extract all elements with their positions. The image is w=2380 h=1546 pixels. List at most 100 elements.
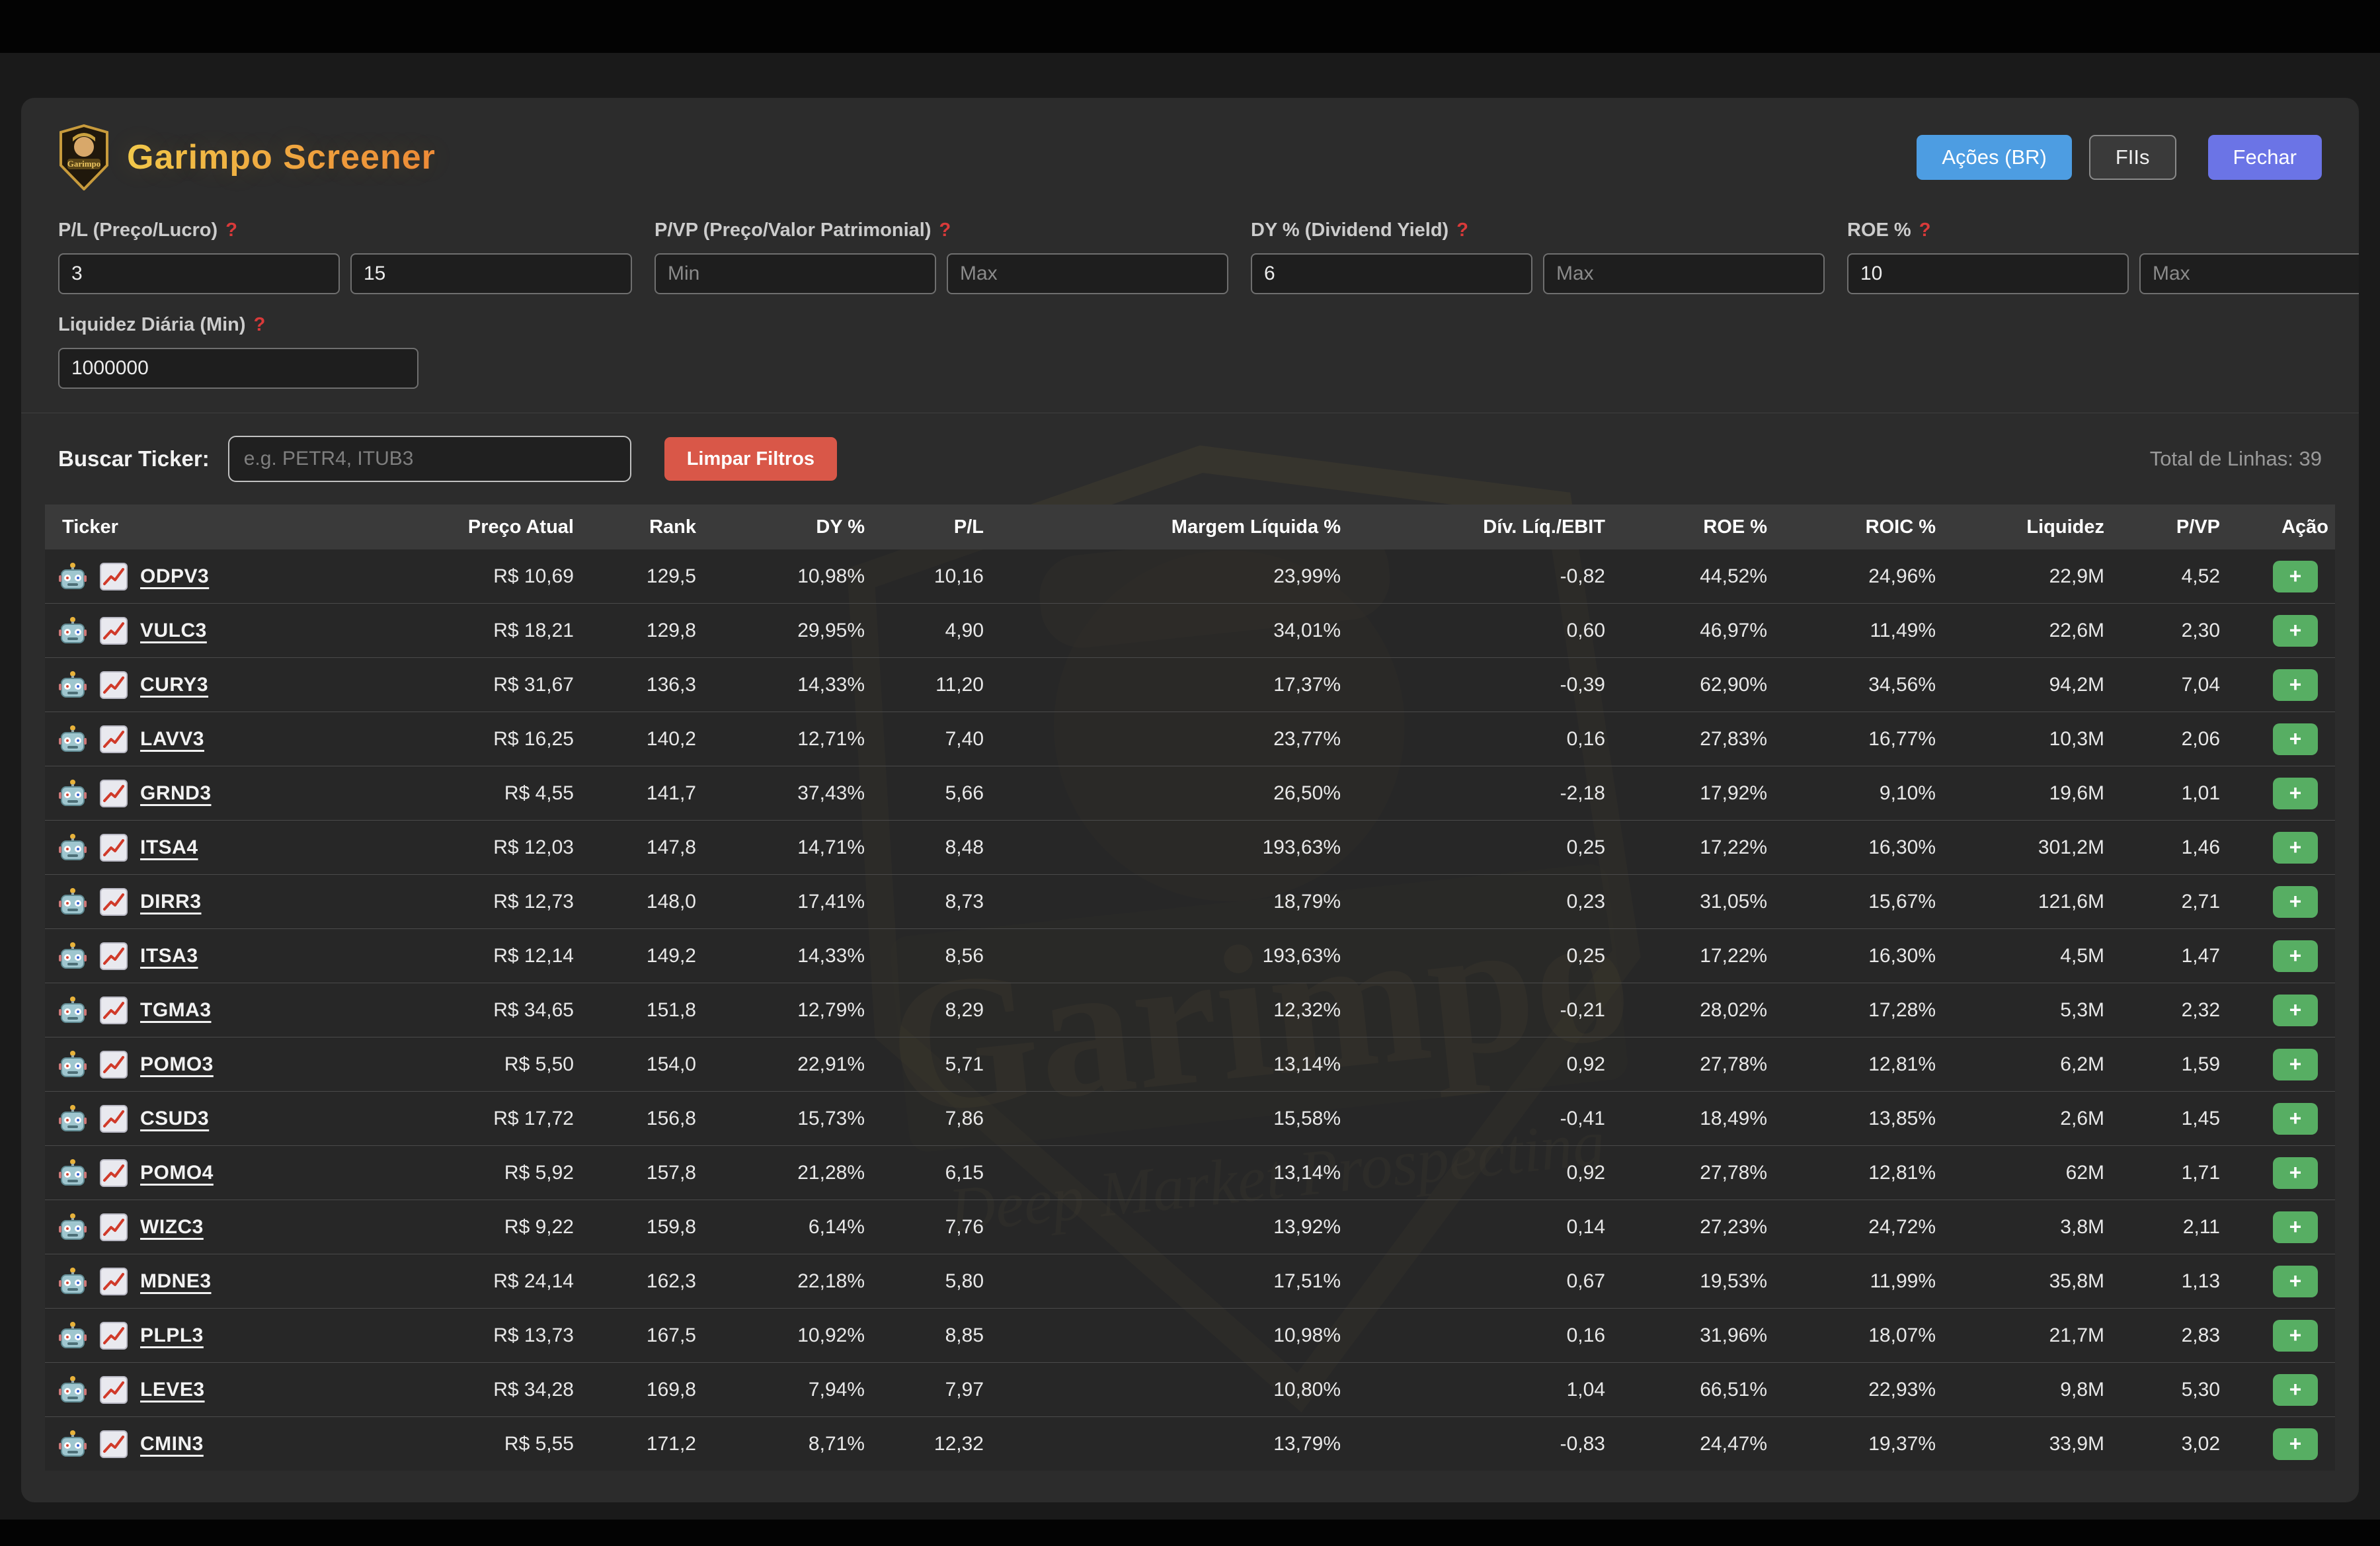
roe-min-input[interactable] <box>1847 253 2129 294</box>
pl-cell: 7,76 <box>871 1200 990 1254</box>
margem-cell: 10,80% <box>990 1363 1347 1417</box>
ticker-link[interactable]: CURY3 <box>140 674 208 696</box>
price-cell: R$ 17,72 <box>415 1092 580 1146</box>
add-to-portfolio-button[interactable]: + <box>2273 1266 2318 1297</box>
pvp-min-input[interactable] <box>654 253 936 294</box>
div-ebit-cell: 0,14 <box>1347 1200 1612 1254</box>
add-to-portfolio-button[interactable]: + <box>2273 1211 2318 1243</box>
fiis-button[interactable]: FIIs <box>2089 135 2176 180</box>
div-ebit-cell: 0,67 <box>1347 1254 1612 1309</box>
liquidez-help-icon[interactable]: ? <box>254 314 266 335</box>
add-to-portfolio-button[interactable]: + <box>2273 1320 2318 1352</box>
ticker-link[interactable]: CSUD3 <box>140 1108 209 1130</box>
roic-cell: 24,72% <box>1774 1200 1942 1254</box>
add-to-portfolio-button[interactable]: + <box>2273 1049 2318 1080</box>
chart-up-icon <box>99 996 128 1025</box>
div-ebit-cell: 0,25 <box>1347 929 1612 983</box>
pl-cell: 5,66 <box>871 766 990 821</box>
roic-cell: 16,30% <box>1774 821 1942 875</box>
add-to-portfolio-button[interactable]: + <box>2273 669 2318 701</box>
div-ebit-cell: -0,39 <box>1347 658 1612 712</box>
add-to-portfolio-button[interactable]: + <box>2273 615 2318 647</box>
ticker-link[interactable]: POMO4 <box>140 1162 214 1184</box>
ticker-link[interactable]: VULC3 <box>140 620 207 642</box>
ticker-link[interactable]: ITSA4 <box>140 836 198 859</box>
column-header-roic-: ROIC % <box>1774 505 1942 549</box>
add-to-portfolio-button[interactable]: + <box>2273 1374 2318 1406</box>
roe-max-input[interactable] <box>2139 253 2359 294</box>
pl-min-input[interactable] <box>58 253 340 294</box>
dy-help-icon[interactable]: ? <box>1456 220 1468 241</box>
dy-cell: 22,18% <box>703 1254 871 1309</box>
pl-cell: 4,90 <box>871 604 990 658</box>
search-row: Buscar Ticker: Limpar Filtros Total de L… <box>21 413 2359 505</box>
filter-liquidez: Liquidez Diária (Min)? <box>58 314 418 389</box>
liquidez-cell: 22,6M <box>1942 604 2111 658</box>
rank-cell: 148,0 <box>580 875 703 929</box>
roic-cell: 19,37% <box>1774 1417 1942 1471</box>
table-row: PLPL3 R$ 13,73 167,5 10,92% 8,85 10,98% … <box>45 1309 2335 1363</box>
ticker-search-input[interactable] <box>228 436 631 482</box>
dy-cell: 22,91% <box>703 1037 871 1092</box>
table-row: MDNE3 R$ 24,14 162,3 22,18% 5,80 17,51% … <box>45 1254 2335 1309</box>
robot-icon <box>58 942 87 971</box>
liquidez-min-input[interactable] <box>58 348 418 389</box>
pl-cell: 8,73 <box>871 875 990 929</box>
rank-cell: 169,8 <box>580 1363 703 1417</box>
rank-cell: 147,8 <box>580 821 703 875</box>
rank-cell: 162,3 <box>580 1254 703 1309</box>
liquidez-cell: 33,9M <box>1942 1417 2111 1471</box>
table-row: CURY3 R$ 31,67 136,3 14,33% 11,20 17,37%… <box>45 658 2335 712</box>
roe-cell: 27,23% <box>1612 1200 1774 1254</box>
roe-cell: 17,92% <box>1612 766 1774 821</box>
dy-min-input[interactable] <box>1251 253 1532 294</box>
chart-up-icon <box>99 562 128 591</box>
rank-cell: 159,8 <box>580 1200 703 1254</box>
limpar-filtros-button[interactable]: Limpar Filtros <box>664 437 837 481</box>
pl-cell: 7,86 <box>871 1092 990 1146</box>
ticker-link[interactable]: TGMA3 <box>140 999 212 1022</box>
dy-max-input[interactable] <box>1543 253 1825 294</box>
robot-icon <box>58 616 87 645</box>
table-row: ODPV3 R$ 10,69 129,5 10,98% 10,16 23,99%… <box>45 549 2335 604</box>
add-to-portfolio-button[interactable]: + <box>2273 723 2318 755</box>
add-to-portfolio-button[interactable]: + <box>2273 832 2318 864</box>
ticker-link[interactable]: CMIN3 <box>140 1433 204 1455</box>
ticker-link[interactable]: ITSA3 <box>140 945 198 967</box>
roe-help-icon[interactable]: ? <box>1919 220 1931 241</box>
dy-cell: 21,28% <box>703 1146 871 1200</box>
table-row: LEVE3 R$ 34,28 169,8 7,94% 7,97 10,80% 1… <box>45 1363 2335 1417</box>
ticker-link[interactable]: LAVV3 <box>140 728 204 751</box>
filter-roe: ROE %? <box>1847 220 2359 294</box>
add-to-portfolio-button[interactable]: + <box>2273 995 2318 1026</box>
robot-icon <box>58 996 87 1025</box>
pl-max-input[interactable] <box>350 253 632 294</box>
add-to-portfolio-button[interactable]: + <box>2273 778 2318 809</box>
ticker-link[interactable]: POMO3 <box>140 1053 214 1076</box>
add-to-portfolio-button[interactable]: + <box>2273 940 2318 972</box>
pvp-max-input[interactable] <box>947 253 1228 294</box>
ticker-link[interactable]: PLPL3 <box>140 1324 204 1347</box>
fechar-button[interactable]: Fechar <box>2208 135 2322 180</box>
roic-cell: 13,85% <box>1774 1092 1942 1146</box>
pl-help-icon[interactable]: ? <box>225 220 237 241</box>
add-to-portfolio-button[interactable]: + <box>2273 561 2318 592</box>
chart-up-icon <box>99 1104 128 1133</box>
add-to-portfolio-button[interactable]: + <box>2273 886 2318 918</box>
dy-cell: 14,33% <box>703 929 871 983</box>
ticker-link[interactable]: DIRR3 <box>140 891 202 913</box>
margem-cell: 10,98% <box>990 1309 1347 1363</box>
ticker-link[interactable]: LEVE3 <box>140 1379 205 1401</box>
add-to-portfolio-button[interactable]: + <box>2273 1157 2318 1189</box>
acoes-br-button[interactable]: Ações (BR) <box>1917 135 2071 180</box>
table-row: LAVV3 R$ 16,25 140,2 12,71% 7,40 23,77% … <box>45 712 2335 766</box>
ticker-link[interactable]: MDNE3 <box>140 1270 212 1293</box>
dy-cell: 7,94% <box>703 1363 871 1417</box>
pvp-help-icon[interactable]: ? <box>939 220 951 241</box>
ticker-link[interactable]: GRND3 <box>140 782 212 805</box>
ticker-link[interactable]: WIZC3 <box>140 1216 204 1239</box>
add-to-portfolio-button[interactable]: + <box>2273 1103 2318 1135</box>
ticker-link[interactable]: ODPV3 <box>140 565 209 588</box>
chart-up-icon <box>99 1159 128 1188</box>
add-to-portfolio-button[interactable]: + <box>2273 1428 2318 1460</box>
